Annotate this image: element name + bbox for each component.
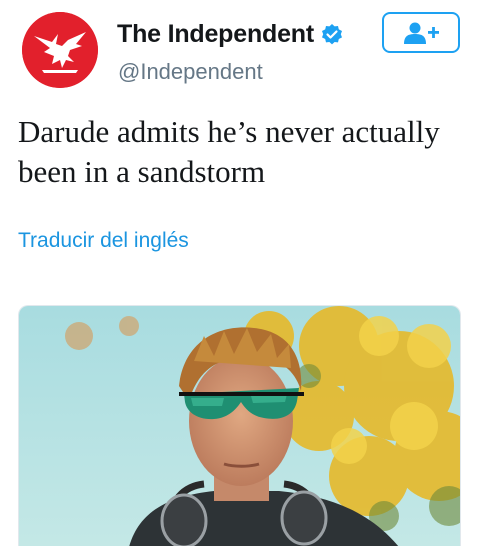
- eagle-logo-icon: [22, 12, 98, 88]
- account-name-row: The Independent: [117, 20, 344, 49]
- account-name[interactable]: The Independent: [117, 20, 314, 49]
- profile-avatar[interactable]: [22, 12, 98, 88]
- translate-link[interactable]: Traducir del inglés: [18, 229, 189, 253]
- photo-image: [19, 306, 460, 546]
- follow-button[interactable]: [382, 12, 460, 53]
- follow-user-plus-icon: [404, 22, 439, 44]
- account-handle: @Independent: [118, 59, 263, 84]
- tweet-text: Darude admits he’s never actually been i…: [18, 114, 440, 189]
- verified-badge-icon: [322, 23, 343, 44]
- media-card[interactable]: [18, 305, 461, 546]
